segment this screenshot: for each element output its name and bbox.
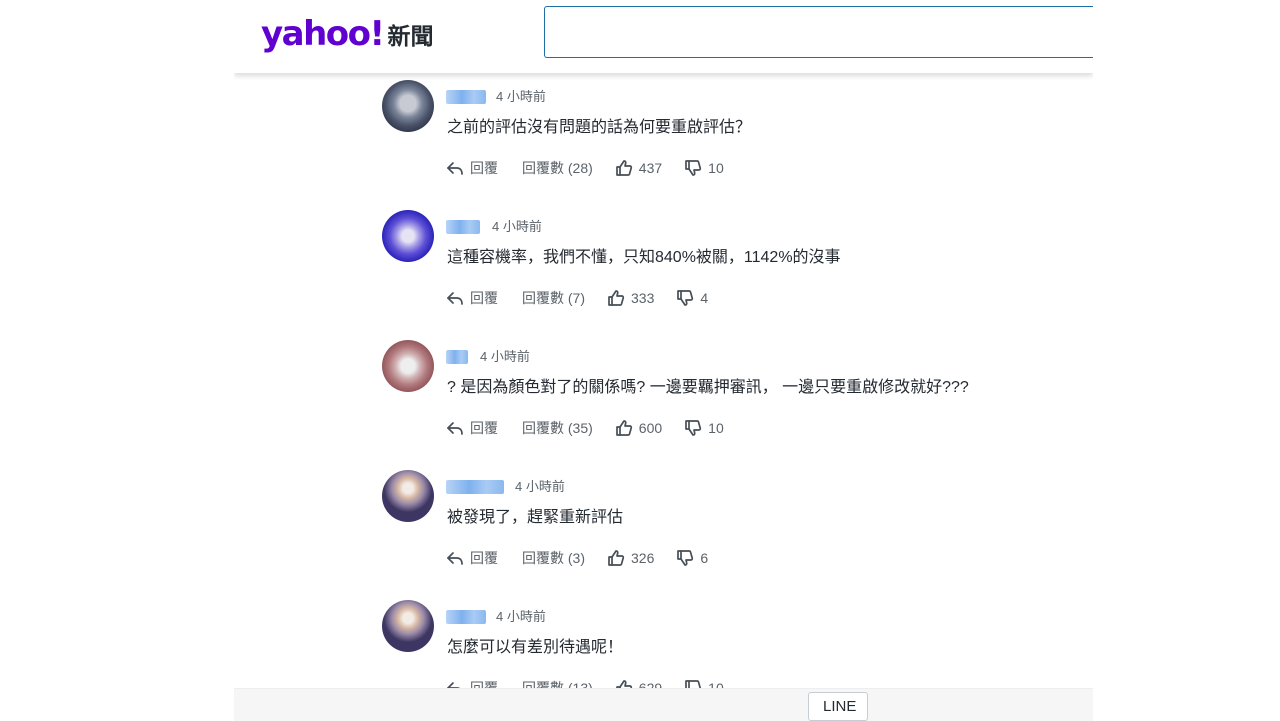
- avatar[interactable]: [382, 470, 434, 522]
- reply-arrow-icon: [447, 552, 463, 565]
- dislike-button[interactable]: 10: [684, 419, 724, 437]
- thumbs-down-icon: [685, 160, 702, 176]
- like-button[interactable]: 600: [615, 419, 662, 437]
- reply-button[interactable]: 回覆: [446, 548, 498, 568]
- reply-button[interactable]: 回覆: [446, 418, 498, 438]
- reply-arrow-icon: [447, 292, 463, 305]
- comment-timestamp: 4 小時前: [496, 609, 546, 624]
- like-count: 437: [638, 160, 663, 176]
- reply-label: 回覆: [470, 550, 498, 566]
- dislike-button[interactable]: 4: [676, 289, 708, 307]
- yahoo-news-logo[interactable]: yahoo! 新聞: [261, 10, 434, 54]
- logo-section: 新聞: [387, 24, 434, 50]
- dislike-button[interactable]: 10: [684, 159, 724, 177]
- username-blurred[interactable]: [446, 220, 480, 234]
- comment-text: 這種容機率，我們不懂，只知840%被關，1142%的沒事: [447, 249, 841, 266]
- like-count: 326: [631, 550, 655, 566]
- avatar[interactable]: [382, 80, 434, 132]
- replies-count-button[interactable]: 回覆數 (28): [522, 158, 593, 178]
- dislike-count: 10: [708, 160, 724, 176]
- username-blurred[interactable]: [446, 350, 468, 364]
- page-margin: [1093, 0, 1280, 721]
- bottom-share-bar: [234, 688, 1093, 721]
- comment-text: 怎麼可以有差別待遇呢！: [447, 639, 624, 656]
- dislike-count: 10: [708, 420, 724, 436]
- search-input[interactable]: [544, 6, 1093, 58]
- dislike-count: 4: [700, 290, 709, 306]
- thumbs-down-icon: [685, 420, 702, 436]
- reply-label: 回覆: [470, 290, 498, 306]
- reply-label: 回覆: [470, 420, 498, 436]
- thumbs-up-icon: [608, 290, 625, 306]
- comment-text: 被發現了，趕緊重新評估: [447, 509, 624, 526]
- replies-count-button[interactable]: 回覆數 (7): [522, 288, 585, 308]
- avatar[interactable]: [382, 340, 434, 392]
- dislike-button[interactable]: 6: [676, 549, 708, 567]
- like-button[interactable]: 326: [607, 549, 654, 567]
- like-button[interactable]: 333: [607, 289, 654, 307]
- like-button[interactable]: 437: [615, 159, 662, 177]
- reply-button[interactable]: 回覆: [446, 288, 498, 308]
- comment-actions: 回覆 回覆數 (7) 333 4: [446, 288, 708, 308]
- avatar[interactable]: [382, 210, 434, 262]
- thumbs-down-icon: [677, 290, 694, 306]
- reply-label: 回覆: [470, 160, 498, 176]
- thumbs-up-icon: [615, 420, 632, 436]
- replies-count-button[interactable]: 回覆數 (35): [522, 418, 593, 438]
- dislike-count: 6: [700, 550, 709, 566]
- comment-actions: 回覆 回覆數 (28) 437 10: [446, 158, 724, 178]
- comment-timestamp: 4 小時前: [515, 479, 565, 494]
- like-count: 600: [638, 420, 663, 436]
- like-count: 333: [631, 290, 655, 306]
- line-share-button[interactable]: LINE: [808, 692, 868, 721]
- reply-arrow-icon: [447, 162, 463, 175]
- comment-timestamp: 4 小時前: [480, 349, 530, 364]
- thumbs-up-icon: [608, 550, 625, 566]
- username-blurred[interactable]: [446, 610, 486, 624]
- comment-text: ? 是因為顏色對了的關係嗎? 一邊要羈押審訊， 一邊只要重啟修改就好???: [447, 379, 969, 396]
- thumbs-up-icon: [615, 160, 632, 176]
- comment-timestamp: 4 小時前: [492, 219, 542, 234]
- username-blurred[interactable]: [446, 480, 504, 494]
- thumbs-down-icon: [677, 550, 694, 566]
- page: yahoo! 新聞 4 小時前 之前的評估沒有問題的話為何要重啟評估？ 回覆 回…: [234, 0, 1093, 721]
- username-blurred[interactable]: [446, 90, 486, 104]
- comment-item: 4 小時前 之前的評估沒有問題的話為何要重啟評估？ 回覆 回覆數 (28) 43…: [382, 80, 1082, 190]
- reply-arrow-icon: [447, 422, 463, 435]
- comment-actions: 回覆 回覆數 (35) 600 10: [446, 418, 724, 438]
- avatar[interactable]: [382, 600, 434, 652]
- comment-actions: 回覆 回覆數 (3) 326 6: [446, 548, 708, 568]
- comment-text: 之前的評估沒有問題的話為何要重啟評估？: [447, 119, 752, 136]
- logo-brand: yahoo!: [261, 14, 385, 54]
- comment-item: 4 小時前 ? 是因為顏色對了的關係嗎? 一邊要羈押審訊， 一邊只要重啟修改就好…: [382, 340, 1082, 450]
- reply-button[interactable]: 回覆: [446, 158, 498, 178]
- comment-item: 4 小時前 這種容機率，我們不懂，只知840%被關，1142%的沒事 回覆 回覆…: [382, 210, 1082, 320]
- replies-count-button[interactable]: 回覆數 (3): [522, 548, 585, 568]
- site-header: yahoo! 新聞: [234, 0, 1093, 73]
- comment-timestamp: 4 小時前: [496, 89, 546, 104]
- comment-item: 4 小時前 被發現了，趕緊重新評估 回覆 回覆數 (3) 326 6: [382, 470, 1082, 580]
